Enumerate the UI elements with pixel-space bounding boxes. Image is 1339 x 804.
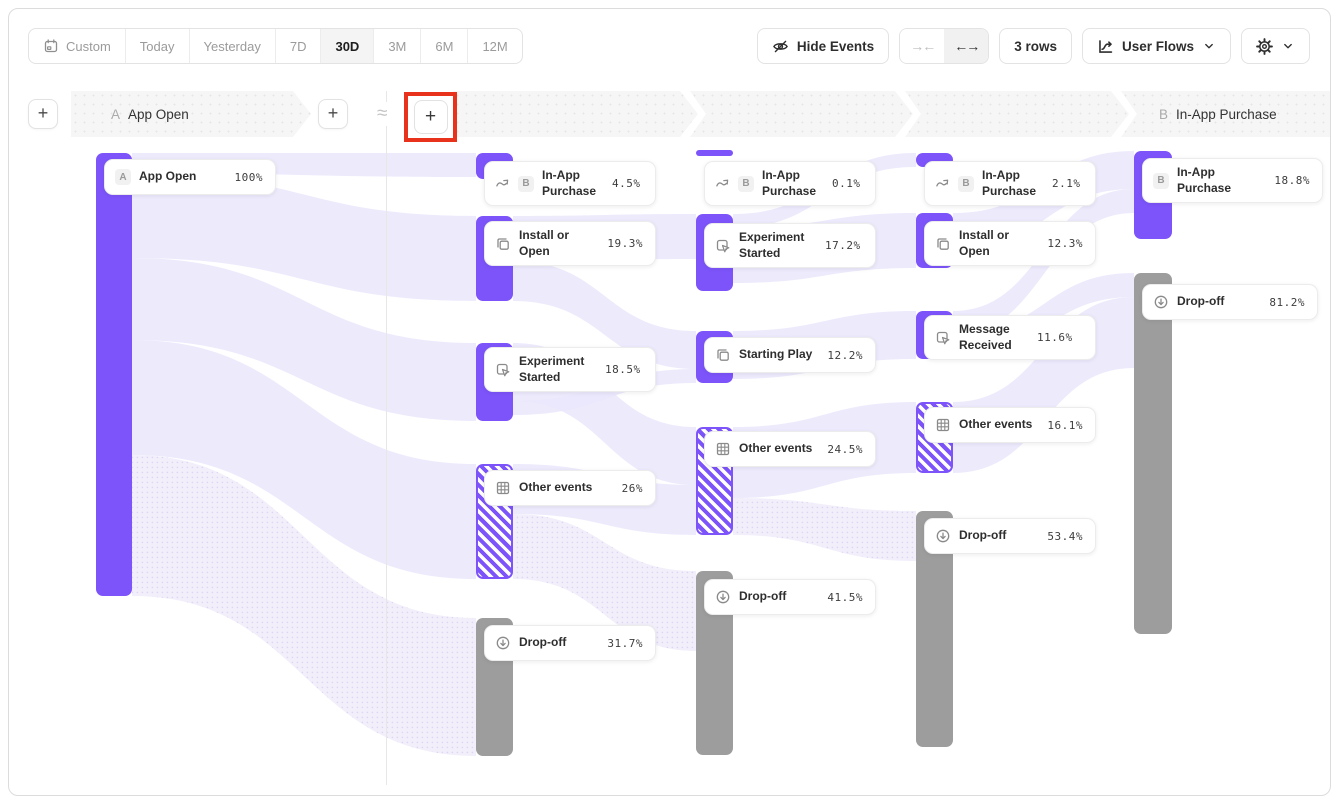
flow-node-card[interactable]: Drop-off 81.2% [1142, 284, 1318, 320]
flow-node-card[interactable]: Experiment Started 17.2% [704, 223, 876, 268]
step-b-badge: B [1159, 107, 1168, 122]
flow-node-card[interactable]: Other events 24.5% [704, 431, 876, 467]
flow-node-card[interactable]: B In-App Purchase 4.5% [484, 161, 656, 206]
flow-node-card[interactable]: A App Open 100% [104, 159, 276, 195]
flow-node-bar-iap[interactable] [696, 150, 733, 156]
flow-node-card[interactable]: B In-App Purchase 0.1% [704, 161, 876, 206]
add-step-start-button[interactable]: + [28, 99, 58, 129]
sequence-break-symbol: ≈ [375, 102, 389, 126]
goal-arrow-icon [935, 176, 950, 191]
annotation-highlight: + [404, 92, 457, 142]
add-step-middle-button[interactable]: + [318, 99, 348, 129]
windows-icon [715, 347, 731, 363]
goal-arrow-icon [495, 176, 510, 191]
flow-node-card[interactable]: Drop-off 53.4% [924, 518, 1096, 554]
flow-node-card[interactable]: Message Received 11.6% [924, 315, 1096, 360]
step-badge: B [738, 176, 754, 192]
windows-icon [935, 236, 951, 252]
flow-ribbon-dropoff [733, 498, 916, 561]
flow-node-card[interactable]: B In-App Purchase 2.1% [924, 161, 1096, 206]
flow-node-card[interactable]: Install or Open 12.3% [924, 221, 1096, 266]
flow-node-card[interactable]: Drop-off 31.7% [484, 625, 656, 661]
click-icon [935, 330, 951, 346]
flow-node-bar-dropoff[interactable] [1134, 273, 1172, 634]
add-step-highlighted-button[interactable]: + [414, 100, 448, 134]
user-flows-panel: Custom Today Yesterday 7D 30D 3M 6M 12M … [8, 8, 1331, 796]
step-band-3[interactable] [690, 91, 913, 137]
flow-node-bar-app-open[interactable] [96, 153, 132, 596]
arrow-down-circle-icon [935, 528, 951, 544]
flow-node-card[interactable]: Other events 16.1% [924, 407, 1096, 443]
grid-icon [715, 441, 731, 457]
arrow-down-circle-icon [495, 635, 511, 651]
arrow-down-circle-icon [715, 589, 731, 605]
step-badge: A [115, 169, 131, 185]
step-a-label: App Open [128, 107, 189, 122]
step-a-badge: A [111, 107, 120, 122]
flow-node-card[interactable]: Install or Open 19.3% [484, 221, 656, 266]
step-band-4[interactable] [905, 91, 1129, 137]
step-badge: B [518, 176, 534, 192]
column-divider [386, 91, 387, 785]
step-badge: B [958, 176, 974, 192]
flow-node-card[interactable]: Starting Play 12.2% [704, 337, 876, 373]
windows-icon [495, 236, 511, 252]
step-b-label: In-App Purchase [1176, 107, 1277, 122]
arrow-down-circle-icon [1153, 294, 1169, 310]
flow-node-card[interactable]: B In-App Purchase 18.8% [1142, 158, 1323, 203]
click-icon [495, 362, 511, 378]
flow-node-card[interactable]: Experiment Started 18.5% [484, 347, 656, 392]
flow-node-card[interactable]: Drop-off 41.5% [704, 579, 876, 615]
grid-icon [935, 417, 951, 433]
step-band-end[interactable]: B In-App Purchase [1121, 91, 1331, 137]
step-band-start[interactable]: A App Open [71, 91, 311, 137]
flow-node-card[interactable]: Other events 26% [484, 470, 656, 506]
grid-icon [495, 480, 511, 496]
step-badge: B [1153, 173, 1169, 189]
click-icon [715, 238, 731, 254]
step-band-2[interactable] [453, 91, 698, 137]
goal-arrow-icon [715, 176, 730, 191]
